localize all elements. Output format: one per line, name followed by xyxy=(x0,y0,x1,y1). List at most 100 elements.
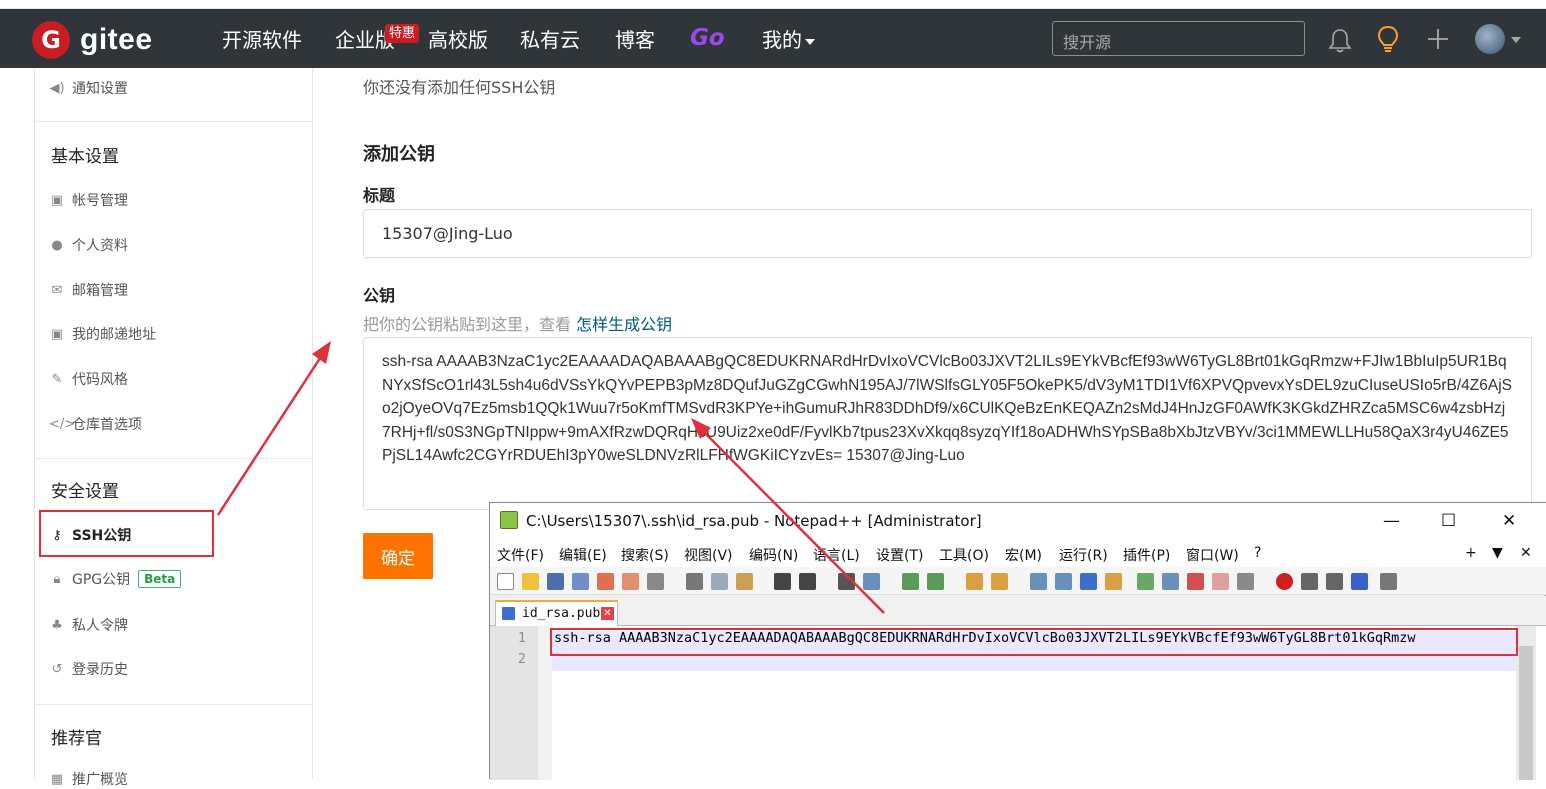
close-button[interactable]: ✕ xyxy=(1502,511,1516,531)
folder-workspace-icon[interactable] xyxy=(1187,573,1204,590)
nav-link-private-cloud[interactable]: 私有云 xyxy=(520,27,580,53)
zoom-in-icon[interactable] xyxy=(902,573,919,590)
menu-window[interactable]: 窗口(W) xyxy=(1186,545,1239,565)
new-file-icon[interactable] xyxy=(497,573,514,590)
avatar-chevron-down-icon[interactable] xyxy=(1511,37,1521,43)
sitemap-icon: ♣ xyxy=(51,617,63,633)
redo-icon[interactable] xyxy=(799,573,816,590)
nav-link-open-source[interactable]: 开源软件 xyxy=(222,27,302,53)
save-all-icon[interactable] xyxy=(572,573,589,590)
nav-link-blog[interactable]: 博客 xyxy=(615,27,655,53)
gitee-logo[interactable]: G gitee xyxy=(32,21,153,59)
copy-icon[interactable] xyxy=(711,573,728,590)
menu-edit[interactable]: 编辑(E) xyxy=(559,545,607,565)
sidebar-item-repo-prefs[interactable]: </> 仓库首选项 xyxy=(49,414,142,434)
paste-icon[interactable] xyxy=(736,573,753,590)
sync-horizontal-icon[interactable] xyxy=(991,573,1008,590)
confirm-button[interactable]: 确定 xyxy=(363,533,433,579)
sidebar-item-account[interactable]: ▣ 帐号管理 xyxy=(49,190,128,210)
avatar[interactable] xyxy=(1475,24,1505,54)
bell-icon[interactable] xyxy=(1328,28,1352,54)
menu-language[interactable]: 语言(L) xyxy=(813,545,860,565)
sidebar-item-email[interactable]: ✉ 邮箱管理 xyxy=(49,280,128,300)
indent-guide-icon[interactable] xyxy=(1080,573,1097,590)
nav-link-go[interactable]: Go xyxy=(690,25,725,51)
sidebar-item-address[interactable]: ▣ 我的邮递地址 xyxy=(49,324,156,344)
tab-id-rsa-pub[interactable]: id_rsa.pub ✕ xyxy=(495,600,618,626)
close-all-icon[interactable] xyxy=(622,573,639,590)
security-settings-heading: 安全设置 xyxy=(51,482,119,502)
menu-new-tab-button[interactable]: + xyxy=(1465,545,1477,561)
line-number: 1 xyxy=(518,631,526,646)
play-macro-icon[interactable] xyxy=(1326,573,1343,590)
sidebar-item-profile[interactable]: ● 个人资料 xyxy=(49,235,128,255)
notepad-window-title: C:\Users\15307\.ssh\id_rsa.pub - Notepad… xyxy=(526,512,982,530)
udl-icon[interactable] xyxy=(1105,573,1122,590)
menu-settings[interactable]: 设置(T) xyxy=(876,545,923,565)
notepad-tabbar: id_rsa.pub ✕ xyxy=(490,596,1546,626)
hint-text: 把你的公钥粘贴到这里，查看 xyxy=(363,315,572,334)
run-macro-multiple-icon[interactable] xyxy=(1351,573,1368,590)
menu-run[interactable]: 运行(R) xyxy=(1059,545,1108,565)
zoom-out-icon[interactable] xyxy=(927,573,944,590)
function-list-icon[interactable] xyxy=(1162,573,1179,590)
envelope-icon: ✉ xyxy=(51,282,63,298)
sidebar-item-label: 仓库首选项 xyxy=(72,417,142,433)
find-icon[interactable] xyxy=(838,573,855,590)
undo-icon[interactable] xyxy=(774,573,791,590)
print-icon[interactable] xyxy=(647,573,664,590)
key-title-input[interactable]: 15307@Jing-Luo xyxy=(363,209,1532,258)
sidebar-item-code-style[interactable]: ✎ 代码风格 xyxy=(49,369,128,389)
folder-icon[interactable] xyxy=(1212,573,1229,590)
sidebar-item-promotion[interactable]: ▦ 推广概览 xyxy=(49,769,128,789)
cut-icon[interactable] xyxy=(686,573,703,590)
nav-link-education[interactable]: 高校版 xyxy=(428,27,488,53)
sidebar-item-gpg-keys[interactable]: 🔒︎ GPG公钥 Beta xyxy=(49,569,182,589)
menu-file[interactable]: 文件(F) xyxy=(497,545,544,565)
save-icon[interactable] xyxy=(547,573,564,590)
sidebar-item-notify[interactable]: ◀) 通知设置 xyxy=(49,78,128,98)
word-wrap-icon[interactable] xyxy=(1030,573,1047,590)
minimize-button[interactable]: — xyxy=(1383,511,1400,531)
how-to-generate-key-link[interactable]: 怎样生成公钥 xyxy=(576,315,672,334)
id-card-icon: ▣ xyxy=(50,192,64,208)
public-key-textarea[interactable]: ssh-rsa AAAAB3NzaC1yc2EAAAADAQABAAABgQC8… xyxy=(363,337,1532,510)
menu-close-doc-button[interactable]: ✕ xyxy=(1520,545,1532,561)
nav-link-mine[interactable]: 我的 xyxy=(762,27,815,53)
replace-icon[interactable] xyxy=(863,573,880,590)
sync-vertical-icon[interactable] xyxy=(966,573,983,590)
bulb-icon[interactable] xyxy=(1376,25,1400,55)
sidebar-item-label: 通知设置 xyxy=(72,81,128,97)
menu-search[interactable]: 搜索(S) xyxy=(621,545,669,565)
public-key-hint: 把你的公钥粘贴到这里，查看 怎样生成公钥 xyxy=(363,311,672,335)
doc-map-icon[interactable] xyxy=(1137,573,1154,590)
menu-view[interactable]: 视图(V) xyxy=(684,545,733,565)
search-input[interactable]: 搜开源 xyxy=(1052,21,1305,56)
sidebar-item-tokens[interactable]: ♣ 私人令牌 xyxy=(49,615,128,635)
maximize-button[interactable]: ☐ xyxy=(1441,511,1456,531)
save-macro-icon[interactable] xyxy=(1380,573,1397,590)
tab-close-icon[interactable]: ✕ xyxy=(601,607,614,620)
show-all-chars-icon[interactable] xyxy=(1055,573,1072,590)
menu-plugins[interactable]: 插件(P) xyxy=(1123,545,1170,565)
history-icon: ↺ xyxy=(51,661,63,677)
logo-text: gitee xyxy=(80,23,153,56)
plus-icon[interactable] xyxy=(1427,28,1449,50)
logo-mark-icon: G xyxy=(32,21,70,59)
notepad-titlebar[interactable]: C:\Users\15307\.ssh\id_rsa.pub - Notepad… xyxy=(490,503,1546,539)
stop-macro-icon[interactable] xyxy=(1301,573,1318,590)
vertical-scrollbar[interactable] xyxy=(1516,626,1536,780)
monitoring-icon[interactable] xyxy=(1237,573,1254,590)
scrollbar-thumb[interactable] xyxy=(1519,646,1533,780)
menu-macro[interactable]: 宏(M) xyxy=(1005,545,1042,565)
annotation-box-ssh xyxy=(39,510,214,557)
menu-help[interactable]: ? xyxy=(1254,545,1261,561)
menu-tab-list-button[interactable]: ▼ xyxy=(1492,545,1503,561)
recommend-heading: 推荐官 xyxy=(51,729,102,749)
menu-encoding[interactable]: 编码(N) xyxy=(749,545,798,565)
open-file-icon[interactable] xyxy=(522,573,539,590)
record-macro-icon[interactable] xyxy=(1276,573,1293,590)
menu-tools[interactable]: 工具(O) xyxy=(939,545,989,565)
sidebar-item-login-history[interactable]: ↺ 登录历史 xyxy=(49,659,128,679)
close-file-icon[interactable] xyxy=(597,573,614,590)
